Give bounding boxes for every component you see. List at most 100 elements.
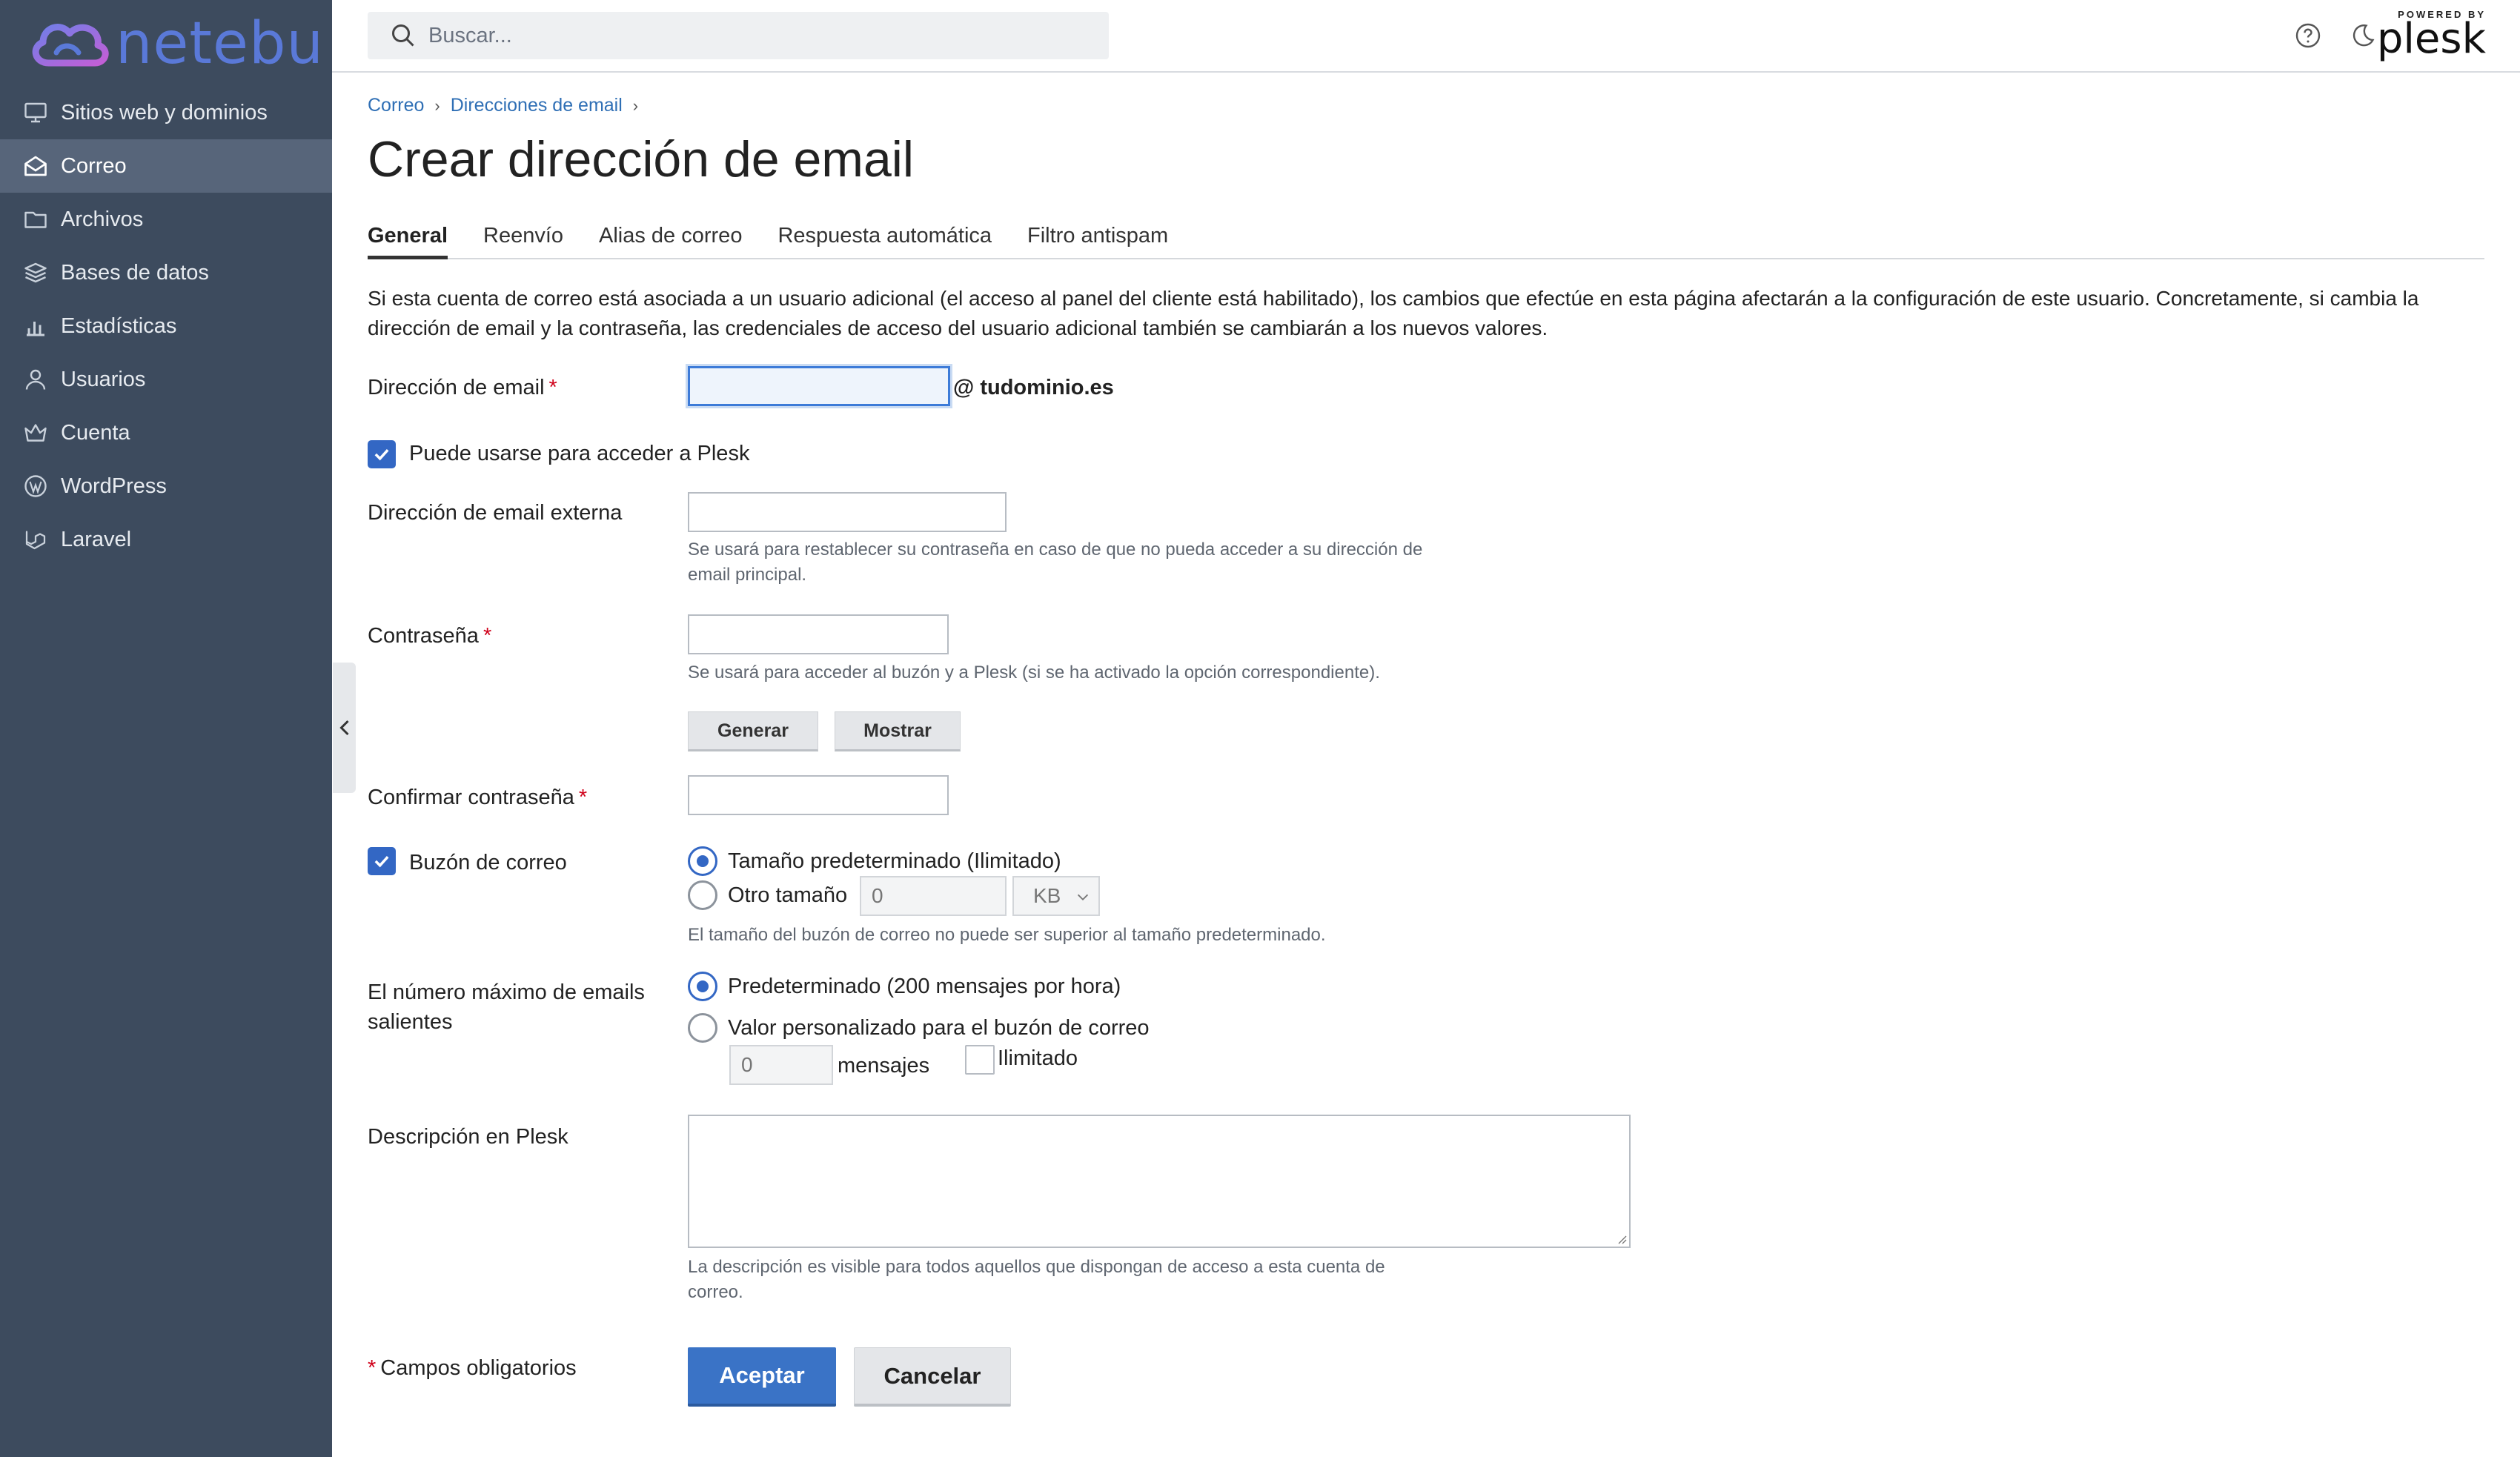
resize-grip-icon[interactable] [1616,1233,1628,1245]
password-label: Contraseña * [368,621,491,651]
confirm-password-label-text: Confirmar contraseña [368,786,574,809]
sidebar-item-estadisticas[interactable]: Estadísticas [0,299,332,353]
mailbox-default-size-label: Tamaño predeterminado (Ilimitado) [728,849,1061,873]
top-header: POWERED BY plesk [332,0,2520,73]
cancel-button[interactable]: Cancelar [854,1347,1011,1407]
crown-icon [24,424,47,442]
sidebar-item-label: Usuarios [61,367,146,391]
database-icon [24,262,47,283]
sidebar-item-label: Bases de datos [61,260,209,285]
sidebar-item-label: Sitios web y dominios [61,100,268,125]
mailbox-label: Buzón de correo [409,851,567,874]
tab-general[interactable]: General [368,221,448,259]
plesk-access-checkbox[interactable] [368,440,396,468]
intro-text: Si esta cuenta de correo está asociada a… [368,287,2419,339]
sidebar-item-laravel[interactable]: Laravel [0,513,332,566]
password-label-text: Contraseña [368,624,479,648]
outgoing-unlimited-checkbox[interactable] [965,1045,995,1075]
mailbox-default-size-radio[interactable] [688,846,717,876]
tab-respuesta-automatica[interactable]: Respuesta automática [777,221,992,259]
chevron-right-icon: › [434,96,440,115]
outgoing-custom-label: Valor personalizado para el buzón de cor… [728,1016,1150,1040]
moon-icon[interactable] [2350,22,2376,49]
sidebar-item-correo[interactable]: Correo [0,139,332,193]
plesk-access-label: Puede usarse para acceder a Plesk [409,442,750,465]
description-label: Descripción en Plesk [368,1125,568,1149]
sidebar-item-archivos[interactable]: Archivos [0,193,332,246]
outgoing-custom-radio[interactable] [688,1013,717,1043]
help-icon[interactable] [2295,22,2321,49]
required-fields-note-text: Campos obligatorios [380,1356,577,1380]
description-hint: La descripción es visible para todos aqu… [688,1257,1385,1302]
checkmark-icon [374,448,389,461]
mailbox-other-size-label: Otro tamaño [728,883,848,907]
sidebar-item-wordpress[interactable]: WordPress [0,459,332,513]
breadcrumb-link-direcciones[interactable]: Direcciones de email [451,95,623,116]
monitor-icon [24,102,47,123]
user-icon [25,369,46,390]
mailbox-unit-select[interactable]: KB [1012,876,1100,916]
sidebar-item-label: Archivos [61,207,144,231]
breadcrumb-link-correo[interactable]: Correo [368,95,424,116]
search-icon [392,24,414,47]
confirm-password-field[interactable] [688,775,949,815]
password-field[interactable] [688,614,949,654]
sidebar-item-bases-de-datos[interactable]: Bases de datos [0,246,332,299]
tab-filtro-antispam[interactable]: Filtro antispam [1027,221,1168,259]
sidebar-item-usuarios[interactable]: Usuarios [0,353,332,406]
required-marker: * [483,624,492,648]
mailbox-other-size-radio[interactable] [688,880,717,910]
sidebar-item-label: Correo [61,153,127,178]
mailbox-hint: El tamaño del buzón de correo no puede s… [688,925,1326,945]
mailbox-unit-value: KB [1033,884,1061,907]
sidebar-item-label: Cuenta [61,420,130,445]
plesk-logo: POWERED BY plesk [2376,9,2486,63]
cloud-logo-icon [32,24,109,67]
tab-reenvio[interactable]: Reenvío [483,221,563,259]
bar-chart-icon [27,322,44,336]
brand-logo[interactable]: netebu [27,10,324,77]
email-field[interactable] [688,366,950,406]
required-marker: * [368,1356,377,1380]
tab-alias[interactable]: Alias de correo [599,221,742,259]
tab-bar: General Reenvío Alias de correo Respuest… [368,221,2484,259]
sidebar-item-sitios-web[interactable]: Sitios web y dominios [0,86,332,139]
description-textarea[interactable] [688,1115,1631,1248]
generate-password-button[interactable]: Generar [688,711,818,751]
outgoing-default-label: Predeterminado (200 mensajes por hora) [728,975,1121,998]
plesk-wordmark: plesk [2376,15,2486,63]
brand-name: netebu [116,10,324,77]
sidebar-item-label: Estadísticas [61,313,177,338]
sidebar-nav: Sitios web y dominios Correo Archivos Ba… [0,86,332,566]
email-label-text: Dirección de email [368,376,545,399]
show-password-button[interactable]: Mostrar [835,711,961,751]
outgoing-label: El número máximo de emails salientes [368,980,645,1034]
sidebar-collapse-button[interactable] [333,663,356,793]
sidebar-item-label: WordPress [61,474,167,498]
external-email-hint: Se usará para restablecer su contraseña … [688,540,1423,585]
chevron-left-icon [339,720,349,736]
email-label: Dirección de email * [368,373,557,402]
domain-suffix: @ tudominio.es [953,376,1114,399]
sidebar: netebu Sitios web y dominios Correo Arch… [0,0,332,1457]
required-marker: * [548,376,557,399]
sidebar-item-cuenta[interactable]: Cuenta [0,406,332,459]
confirm-password-label: Confirmar contraseña * [368,783,587,812]
mailbox-size-input[interactable] [860,876,1007,916]
wordpress-icon [24,475,47,497]
search-box[interactable] [368,12,1109,59]
checkmark-icon [374,855,389,868]
breadcrumb: Correo › Direcciones de email › [368,95,649,116]
external-email-field[interactable] [688,492,1007,532]
page-title: Crear dirección de email [368,131,914,187]
required-fields-note: * Campos obligatorios [368,1353,577,1383]
outgoing-limit-input[interactable] [729,1045,833,1085]
outgoing-default-radio[interactable] [688,972,717,1001]
accept-button[interactable]: Aceptar [688,1347,836,1407]
mailbox-checkbox[interactable] [368,847,396,875]
outgoing-unlimited-label: Ilimitado [998,1046,1078,1070]
password-hint: Se usará para acceder al buzón y a Plesk… [688,663,1380,683]
external-email-label: Dirección de email externa [368,501,623,525]
chevron-right-icon: › [632,96,639,115]
search-input[interactable] [428,23,1081,48]
